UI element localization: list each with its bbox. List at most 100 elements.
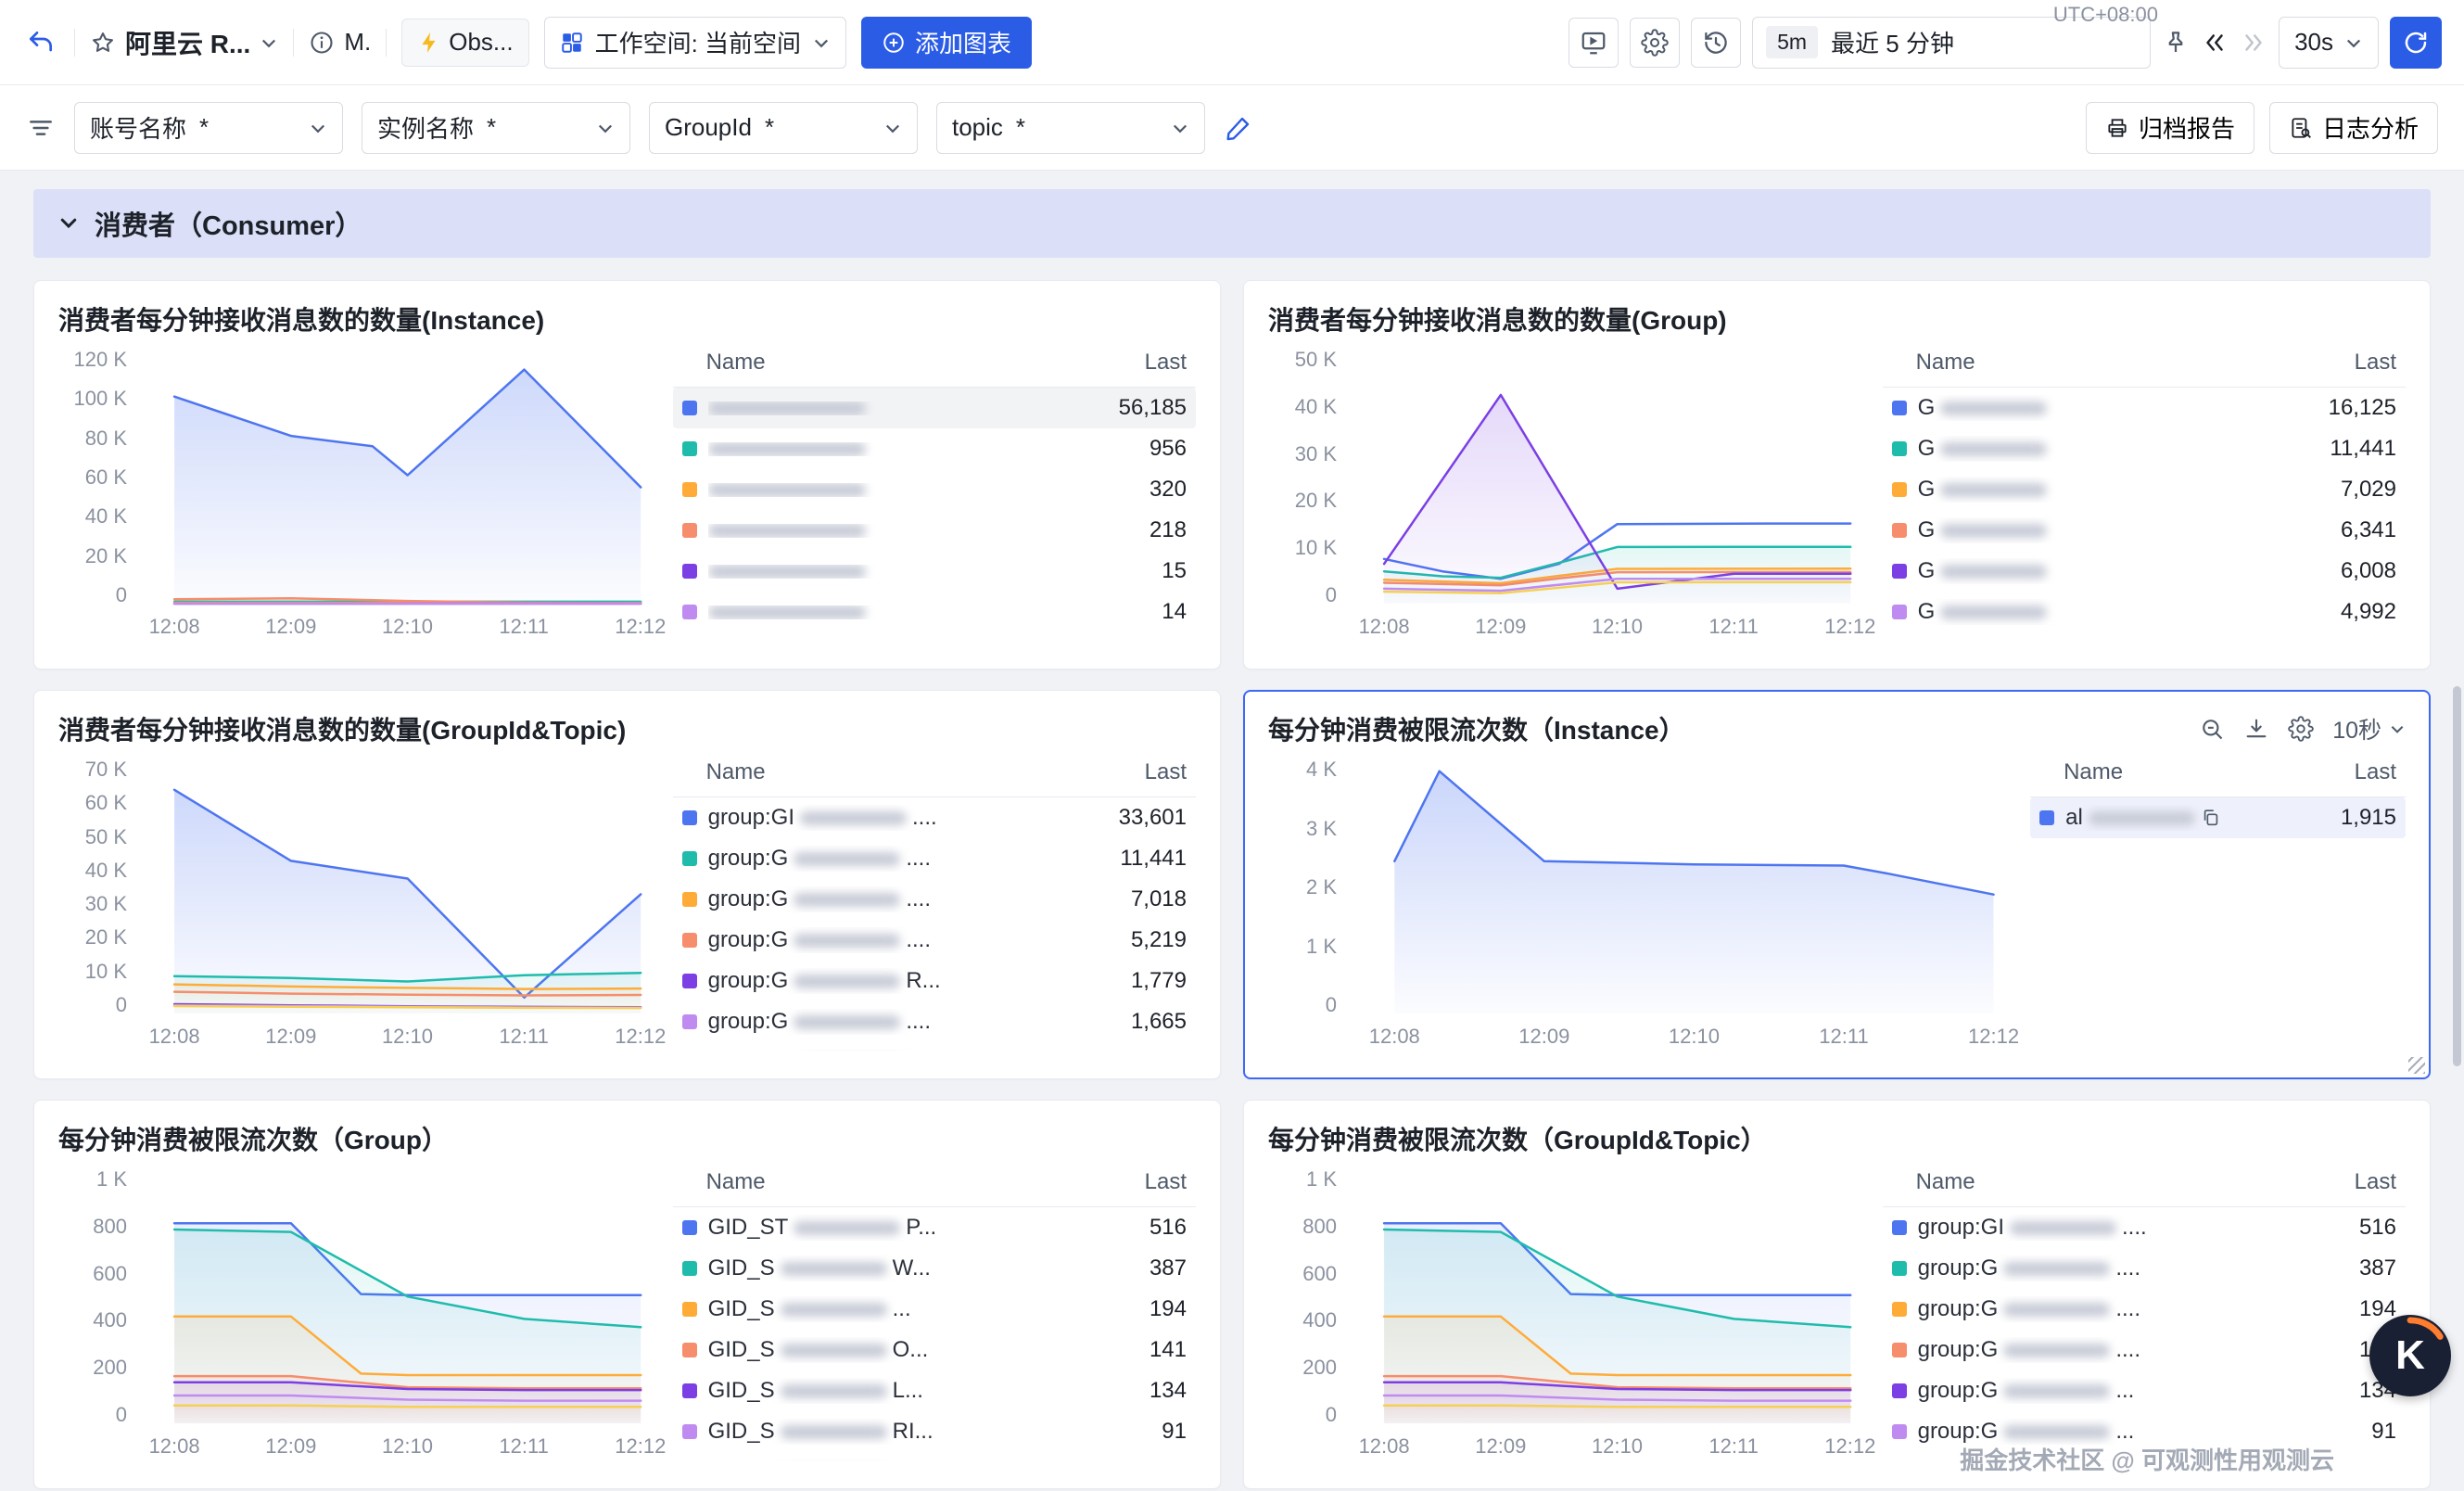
legend-rows: G16,125G11,441G7,029G6,341G6,008G4,992GI… bbox=[1883, 388, 2406, 641]
legend-row[interactable]: group:G....194 bbox=[1883, 1289, 2406, 1330]
interval-select[interactable]: 10秒 bbox=[2332, 712, 2406, 746]
legend-row[interactable]: GID_STP...516 bbox=[673, 1207, 1196, 1248]
legend-row[interactable]: GID_SW...387 bbox=[673, 1248, 1196, 1289]
series-last-value: 1,779 bbox=[1131, 968, 1187, 994]
legend-row[interactable]: group:G....141 bbox=[1883, 1330, 2406, 1370]
legend-header: Name Last bbox=[1883, 1166, 2406, 1207]
series-color-swatch bbox=[1892, 1220, 1907, 1235]
obs-badge[interactable]: Obs... bbox=[401, 19, 528, 67]
redacted-name bbox=[708, 442, 866, 456]
legend-row[interactable]: G6,341 bbox=[1883, 510, 2406, 551]
filter-instance-name[interactable]: 实例名称 * bbox=[362, 102, 630, 154]
info-group[interactable]: M. bbox=[309, 28, 371, 57]
panel-settings-icon[interactable] bbox=[2288, 716, 2314, 742]
filter-value: * bbox=[1016, 113, 1025, 142]
legend-row[interactable]: group:G....11,441 bbox=[673, 838, 1196, 879]
settings-button[interactable] bbox=[1630, 18, 1680, 68]
legend-row[interactable]: GID_SO...141 bbox=[673, 1330, 1196, 1370]
legend-row[interactable]: group:GR...1,779 bbox=[673, 961, 1196, 1001]
resize-handle[interactable] bbox=[2408, 1057, 2425, 1074]
chart-plot[interactable] bbox=[138, 1166, 656, 1427]
series-color-swatch bbox=[682, 523, 697, 538]
legend-row[interactable]: GID_CE...66 bbox=[673, 1452, 1196, 1460]
legend-row[interactable]: GID_STOCK-CALCULATE-W...4,311 bbox=[1883, 632, 2406, 641]
legend-row[interactable]: group:G...134 bbox=[1883, 1370, 2406, 1411]
series-last-value: 516 bbox=[1149, 1215, 1187, 1241]
log-analysis-button[interactable]: 日志分析 bbox=[2269, 102, 2438, 154]
legend-row[interactable]: 218 bbox=[673, 510, 1196, 551]
back-icon[interactable] bbox=[22, 18, 59, 68]
refresh-button[interactable] bbox=[2390, 17, 2442, 69]
series-color-swatch bbox=[682, 810, 697, 825]
add-chart-button[interactable]: 添加图表 bbox=[861, 17, 1032, 69]
legend-row[interactable]: GID_SL...134 bbox=[673, 1370, 1196, 1411]
series-last-value: 1,553 bbox=[1131, 1050, 1187, 1051]
series-last-value: 7,029 bbox=[2341, 477, 2396, 503]
y-axis: 1 K8006004002000 bbox=[1268, 1166, 1348, 1427]
chart-plot[interactable] bbox=[1348, 346, 1866, 607]
legend-row[interactable]: group:GI....33,601 bbox=[673, 797, 1196, 838]
printer-icon bbox=[2105, 116, 2129, 140]
workspace-label: 工作空间: 当前空间 bbox=[595, 25, 801, 59]
legend-row[interactable]: group:G....7,018 bbox=[673, 879, 1196, 920]
legend-row[interactable]: GID_S...194 bbox=[673, 1289, 1196, 1330]
fast-forward-icon[interactable] bbox=[2240, 29, 2267, 57]
legend-row[interactable]: 320 bbox=[673, 469, 1196, 510]
dashboard-title-group[interactable]: 阿里云 R... bbox=[90, 24, 278, 61]
plus-circle-icon bbox=[882, 31, 906, 55]
legend-row[interactable]: al1,915 bbox=[2030, 797, 2406, 838]
juejin-logo[interactable]: K bbox=[2369, 1315, 2451, 1396]
chevron-down-icon bbox=[309, 119, 327, 137]
refresh-interval-select[interactable]: 30s bbox=[2279, 17, 2379, 69]
legend-row[interactable]: G16,125 bbox=[1883, 388, 2406, 428]
topbar-right: 5m 最近 5 分钟 30s bbox=[1569, 17, 2442, 69]
filter-group-id[interactable]: GroupId * bbox=[649, 102, 918, 154]
chart-plot[interactable] bbox=[138, 346, 656, 607]
scrollbar-thumb[interactable] bbox=[2453, 686, 2461, 1066]
filter-icon[interactable] bbox=[26, 113, 56, 143]
series-last-value: 56,185 bbox=[1119, 395, 1187, 421]
legend-header-last: Last bbox=[2355, 759, 2396, 785]
workspace-select[interactable]: 工作空间: 当前空间 bbox=[544, 17, 846, 69]
history-button[interactable] bbox=[1691, 18, 1741, 68]
legend-row[interactable]: GID_SRI...91 bbox=[673, 1411, 1196, 1452]
legend-header-last: Last bbox=[1145, 759, 1187, 785]
legend-row[interactable]: group:G....387 bbox=[1883, 1248, 2406, 1289]
legend-row[interactable]: 956 bbox=[673, 428, 1196, 469]
panel-head: 消费者每分钟接收消息数的数量(GroupId&Topic) bbox=[58, 711, 1196, 746]
fast-backward-icon[interactable] bbox=[2201, 29, 2229, 57]
chart-plot[interactable] bbox=[1348, 756, 2013, 1017]
chart-plot[interactable] bbox=[1348, 1166, 1866, 1427]
legend-row[interactable]: group:GI....516 bbox=[1883, 1207, 2406, 1248]
series-last-value: 320 bbox=[1149, 477, 1187, 503]
legend-row[interactable]: group:G....1,665 bbox=[673, 1001, 1196, 1042]
filter-topic[interactable]: topic * bbox=[936, 102, 1205, 154]
presentation-button[interactable] bbox=[1569, 18, 1619, 68]
legend-row[interactable]: group:GI...1,553 bbox=[673, 1042, 1196, 1051]
series-last-value: 33,601 bbox=[1119, 805, 1187, 831]
x-axis: 12:0812:0912:1012:1112:12 bbox=[1348, 1017, 2013, 1051]
legend-row[interactable]: 15 bbox=[673, 551, 1196, 592]
series-name: GID_STOCK-CALCULATE-W... bbox=[1918, 640, 2331, 641]
legend-row[interactable]: G4,992 bbox=[1883, 592, 2406, 632]
legend-row[interactable]: 14 bbox=[673, 592, 1196, 632]
legend-header-name: Name bbox=[1916, 350, 1975, 376]
legend-row[interactable]: 56,185 bbox=[673, 388, 1196, 428]
legend-row[interactable]: G11,441 bbox=[1883, 428, 2406, 469]
archive-report-button[interactable]: 归档报告 bbox=[2086, 102, 2254, 154]
chart-plot[interactable] bbox=[138, 756, 656, 1017]
legend-row[interactable]: G6,008 bbox=[1883, 551, 2406, 592]
section-collapse-icon[interactable] bbox=[57, 212, 80, 235]
download-icon[interactable] bbox=[2243, 716, 2269, 742]
series-name bbox=[708, 565, 1151, 579]
legend-row[interactable]: group:G....5,219 bbox=[673, 920, 1196, 961]
panel-head: 每分钟消费被限流次数（Group） bbox=[58, 1121, 1196, 1156]
star-icon[interactable] bbox=[90, 30, 116, 56]
pin-icon[interactable] bbox=[2162, 29, 2190, 57]
section-consumer[interactable]: 消费者（Consumer） bbox=[33, 189, 2431, 258]
zoom-icon[interactable] bbox=[2199, 716, 2225, 742]
edit-pencil-icon[interactable] bbox=[1224, 113, 1253, 143]
copy-icon[interactable] bbox=[2201, 808, 2221, 828]
filter-account-name[interactable]: 账号名称 * bbox=[74, 102, 343, 154]
legend-row[interactable]: G7,029 bbox=[1883, 469, 2406, 510]
